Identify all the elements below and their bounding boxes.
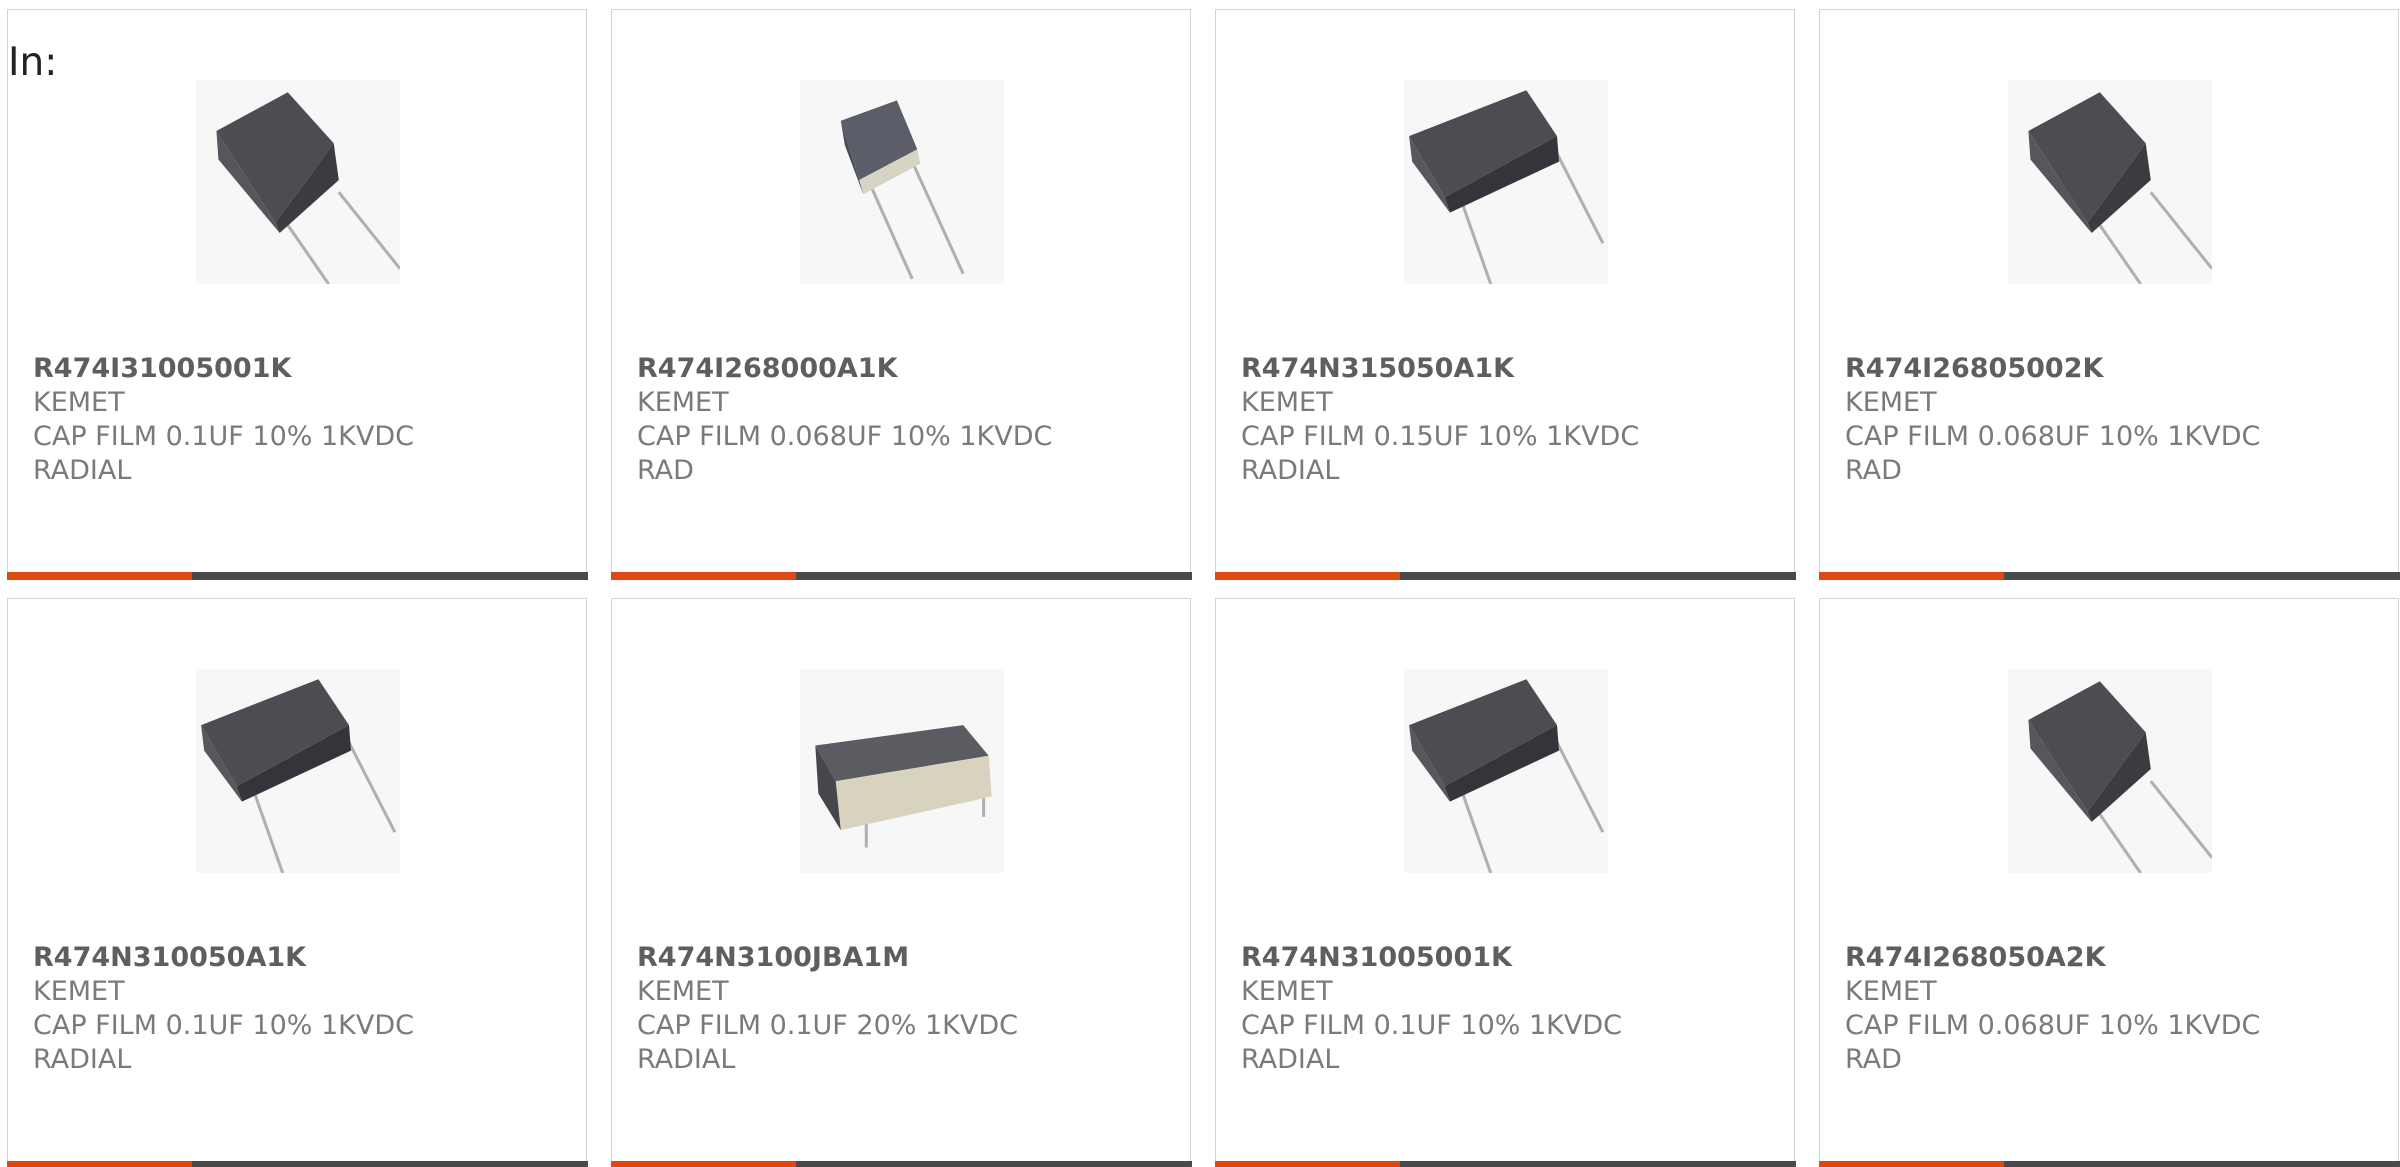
product-info: R474I268050A2K KEMET CAP FILM 0.068UF 10…: [1845, 941, 2378, 1077]
product-info: R474I26805002K KEMET CAP FILM 0.068UF 10…: [1845, 352, 2378, 488]
description: CAP FILM 0.1UF 10% 1KVDC: [33, 421, 415, 452]
product-card[interactable]: R474N31005001K KEMET CAP FILM 0.1UF 10% …: [1214, 598, 1796, 1167]
part-number[interactable]: R474N310050A1K: [33, 941, 566, 975]
description-line-2: RAD: [1845, 455, 1902, 486]
description-line-2: RAD: [1845, 1044, 1902, 1075]
description: CAP FILM 0.15UF 10% 1KVDC: [1241, 421, 1640, 452]
film-capacitor-image[interactable]: [1404, 80, 1608, 284]
product-info: R474I31005001K KEMET CAP FILM 0.1UF 10% …: [33, 352, 566, 488]
product-card[interactable]: R474I31005001K KEMET CAP FILM 0.1UF 10% …: [6, 9, 588, 580]
description: CAP FILM 0.1UF 10% 1KVDC: [33, 1010, 415, 1041]
description: CAP FILM 0.1UF 20% 1KVDC: [637, 1010, 1019, 1041]
card-bottom-bar: [6, 1160, 588, 1167]
description-line-2: RADIAL: [1241, 455, 1340, 486]
film-capacitor-image[interactable]: [800, 669, 1004, 873]
description-line-2: RADIAL: [637, 1044, 736, 1075]
description-line-2: RADIAL: [1241, 1044, 1340, 1075]
description: CAP FILM 0.068UF 10% 1KVDC: [1845, 421, 2261, 452]
manufacturer: KEMET: [1241, 976, 1333, 1007]
product-info: R474N315050A1K KEMET CAP FILM 0.15UF 10%…: [1241, 352, 1774, 488]
manufacturer: KEMET: [1845, 387, 1937, 418]
manufacturer: KEMET: [1845, 976, 1937, 1007]
description: CAP FILM 0.068UF 10% 1KVDC: [1845, 1010, 2261, 1041]
part-number[interactable]: R474N31005001K: [1241, 941, 1774, 975]
card-accent-bar: [6, 1160, 192, 1167]
product-card[interactable]: R474N315050A1K KEMET CAP FILM 0.15UF 10%…: [1214, 9, 1796, 580]
description: CAP FILM 0.068UF 10% 1KVDC: [637, 421, 1053, 452]
product-card[interactable]: R474I268050A2K KEMET CAP FILM 0.068UF 10…: [1818, 598, 2400, 1167]
part-number[interactable]: R474N315050A1K: [1241, 352, 1774, 386]
product-info: R474N310050A1K KEMET CAP FILM 0.1UF 10% …: [33, 941, 566, 1077]
card-accent-bar: [1818, 1160, 2004, 1167]
description-line-2: RADIAL: [33, 1044, 132, 1075]
product-info: R474I268000A1K KEMET CAP FILM 0.068UF 10…: [637, 352, 1170, 488]
product-listing-page: In: R474I31005001K KEMET CAP FILM 0.1UF …: [0, 0, 2400, 1167]
card-bottom-bar: [610, 571, 1192, 580]
product-card[interactable]: R474N3100JBA1M KEMET CAP FILM 0.1UF 20% …: [610, 598, 1192, 1167]
description-line-2: RADIAL: [33, 455, 132, 486]
card-accent-bar: [610, 1160, 796, 1167]
product-card[interactable]: R474I26805002K KEMET CAP FILM 0.068UF 10…: [1818, 9, 2400, 580]
product-card[interactable]: R474I268000A1K KEMET CAP FILM 0.068UF 10…: [610, 9, 1192, 580]
film-capacitor-image[interactable]: [196, 80, 400, 284]
product-card[interactable]: R474N310050A1K KEMET CAP FILM 0.1UF 10% …: [6, 598, 588, 1167]
film-capacitor-image[interactable]: [196, 669, 400, 873]
part-number[interactable]: R474I268050A2K: [1845, 941, 2378, 975]
card-bottom-bar: [610, 1160, 1192, 1167]
part-number[interactable]: R474I26805002K: [1845, 352, 2378, 386]
manufacturer: KEMET: [637, 976, 729, 1007]
card-accent-bar: [1818, 571, 2004, 580]
film-capacitor-image[interactable]: [800, 80, 1004, 284]
card-bottom-bar: [6, 571, 588, 580]
part-number[interactable]: R474I268000A1K: [637, 352, 1170, 386]
film-capacitor-image[interactable]: [1404, 669, 1608, 873]
part-number[interactable]: R474I31005001K: [33, 352, 566, 386]
in-label: In:: [8, 40, 58, 85]
card-bottom-bar: [1214, 571, 1796, 580]
card-accent-bar: [1214, 1160, 1400, 1167]
card-accent-bar: [6, 571, 192, 580]
description: CAP FILM 0.1UF 10% 1KVDC: [1241, 1010, 1623, 1041]
part-number[interactable]: R474N3100JBA1M: [637, 941, 1170, 975]
manufacturer: KEMET: [1241, 387, 1333, 418]
card-bottom-bar: [1214, 1160, 1796, 1167]
card-accent-bar: [1214, 571, 1400, 580]
product-grid: R474I31005001K KEMET CAP FILM 0.1UF 10% …: [6, 9, 2400, 1167]
film-capacitor-image[interactable]: [2008, 669, 2212, 873]
card-accent-bar: [610, 571, 796, 580]
film-capacitor-image[interactable]: [2008, 80, 2212, 284]
product-info: R474N31005001K KEMET CAP FILM 0.1UF 10% …: [1241, 941, 1774, 1077]
card-bottom-bar: [1818, 571, 2400, 580]
manufacturer: KEMET: [33, 387, 125, 418]
card-bottom-bar: [1818, 1160, 2400, 1167]
manufacturer: KEMET: [637, 387, 729, 418]
description-line-2: RAD: [637, 455, 694, 486]
manufacturer: KEMET: [33, 976, 125, 1007]
product-info: R474N3100JBA1M KEMET CAP FILM 0.1UF 20% …: [637, 941, 1170, 1077]
